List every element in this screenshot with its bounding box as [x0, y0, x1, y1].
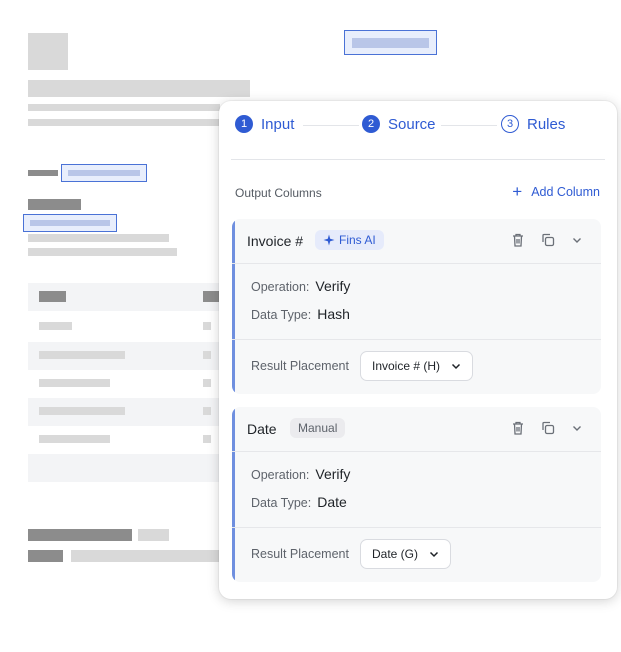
- operation-value: Verify: [315, 278, 351, 294]
- doc-logo-placeholder: [28, 33, 68, 70]
- badge-label: Manual: [298, 421, 338, 435]
- copy-icon[interactable]: [539, 419, 557, 437]
- step-label: Input: [261, 115, 295, 133]
- operation-row: Operation: Verify: [251, 278, 350, 294]
- chevron-down-icon[interactable]: [568, 231, 586, 249]
- doc-table-cell: [39, 379, 110, 387]
- doc-table-cell: [203, 351, 211, 359]
- operation-row: Operation: Verify: [251, 466, 350, 482]
- doc-table-cell: [39, 407, 125, 415]
- column-title: Invoice #: [247, 233, 304, 249]
- highlight-box: [23, 214, 117, 232]
- result-placement-label: Result Placement: [251, 359, 349, 373]
- doc-footer-value: [138, 529, 169, 541]
- highlight-box: [61, 164, 147, 182]
- add-column-button[interactable]: + Add Column: [512, 183, 600, 200]
- doc-table-cell: [203, 407, 211, 415]
- doc-table-cell: [203, 435, 211, 443]
- output-columns-heading: Output Columns: [235, 186, 322, 200]
- datatype-label: Data Type:: [251, 308, 312, 322]
- datatype-value: Hash: [317, 306, 350, 322]
- step-rules[interactable]: 3 Rules: [501, 115, 565, 133]
- doc-table-cell: [39, 322, 72, 330]
- doc-table-row-alt: [28, 454, 228, 482]
- add-column-label: Add Column: [531, 184, 600, 199]
- card-divider: [232, 527, 601, 528]
- doc-footer-value: [71, 550, 221, 562]
- doc-table-cell: [203, 322, 211, 330]
- card-divider: [232, 339, 601, 340]
- trash-icon[interactable]: [509, 231, 527, 249]
- header-divider: [231, 159, 605, 160]
- doc-title-placeholder: [28, 80, 250, 97]
- result-placement-select[interactable]: Invoice # (H): [360, 351, 474, 381]
- step-connector: [441, 125, 497, 126]
- column-card: Date Manual Operation: Verify Data Type: D…: [232, 407, 601, 582]
- doc-table-cell: [39, 351, 125, 359]
- step-number-badge: 3: [501, 115, 519, 133]
- step-input[interactable]: 1 Input: [235, 115, 294, 133]
- doc-table-cell: [203, 379, 211, 387]
- extraction-panel: 1 Input 2 Source 3 Rules Output Columns …: [219, 101, 617, 599]
- datatype-row: Data Type: Hash: [251, 306, 350, 322]
- result-placement-select[interactable]: Date (G): [360, 539, 452, 569]
- column-title: Date: [247, 421, 277, 437]
- doc-table-cell: [39, 435, 110, 443]
- source-badge-manual: Manual: [290, 418, 346, 438]
- copy-icon[interactable]: [539, 231, 557, 249]
- step-source[interactable]: 2 Source: [362, 115, 436, 133]
- doc-label-placeholder: [28, 199, 81, 210]
- card-header: Date Manual: [232, 407, 601, 452]
- doc-footer-label: [28, 529, 132, 541]
- doc-text-line: [28, 104, 220, 111]
- doc-table-header-cell: [39, 291, 66, 302]
- chevron-down-icon: [429, 551, 439, 558]
- step-label: Source: [388, 115, 436, 133]
- step-number-badge: 1: [235, 115, 253, 133]
- datatype-value: Date: [317, 494, 347, 510]
- plus-icon: +: [512, 182, 523, 201]
- chevron-down-icon[interactable]: [568, 419, 586, 437]
- trash-icon[interactable]: [509, 419, 527, 437]
- step-number-badge: 2: [362, 115, 380, 133]
- badge-label: Fins AI: [339, 233, 376, 247]
- datatype-row: Data Type: Date: [251, 494, 347, 510]
- select-value: Date (G): [372, 547, 419, 561]
- step-label: Rules: [527, 115, 566, 133]
- doc-label-placeholder: [28, 170, 58, 176]
- card-header: Invoice # Fins AI: [232, 219, 601, 264]
- operation-label: Operation:: [251, 280, 310, 294]
- highlight-box: [344, 30, 437, 55]
- operation-label: Operation:: [251, 468, 310, 482]
- sparkle-icon: [323, 234, 335, 246]
- result-placement-label: Result Placement: [251, 547, 349, 561]
- source-badge-ai: Fins AI: [315, 230, 384, 250]
- doc-text-line: [28, 248, 177, 256]
- datatype-label: Data Type:: [251, 496, 312, 510]
- doc-text-line: [28, 234, 169, 242]
- doc-table-header-cell: [203, 291, 220, 302]
- step-connector: [303, 125, 359, 126]
- doc-footer-label: [28, 550, 63, 562]
- column-card: Invoice # Fins AI Operation:Verify Data: [232, 219, 601, 394]
- operation-value: Verify: [315, 466, 351, 482]
- chevron-down-icon: [452, 363, 461, 370]
- select-value: Invoice # (H): [372, 359, 441, 373]
- doc-text-line: [28, 119, 220, 126]
